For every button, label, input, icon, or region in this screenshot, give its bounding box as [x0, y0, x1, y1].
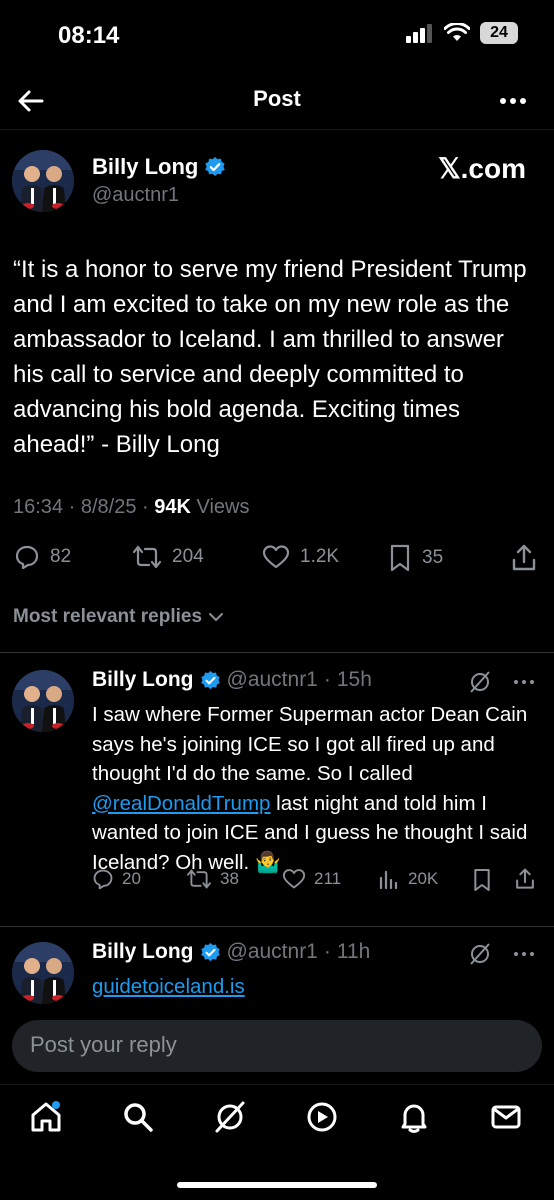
reply-button[interactable]: 20 — [92, 868, 141, 890]
notifications-icon — [401, 1104, 427, 1133]
reply-header: Billy Long @auctnr1 · 11h — [92, 940, 370, 964]
reply-author-name[interactable]: Billy Long — [92, 668, 194, 692]
post-metadata: 16:34 · 8/8/25 · 94K Views — [13, 496, 250, 518]
repost-count: 38 — [220, 869, 239, 888]
battery-indicator: 24 — [480, 22, 518, 44]
reply-actions: 20 38 211 20K — [0, 868, 554, 898]
verified-badge-icon — [205, 157, 226, 176]
video-icon — [307, 1102, 337, 1132]
heart-icon — [282, 869, 306, 889]
reply-body: guidetoiceland.is — [92, 972, 542, 1002]
reply-handle[interactable]: @auctnr1 — [227, 940, 318, 964]
nav-messages[interactable] — [486, 1097, 526, 1137]
author-avatar[interactable] — [12, 150, 74, 212]
reply-icon — [93, 869, 113, 890]
analytics-icon — [379, 870, 398, 890]
author-handle[interactable]: @auctnr1 — [92, 184, 179, 207]
bookmark-icon — [474, 869, 490, 891]
share-button[interactable] — [510, 544, 538, 572]
reply-text-part: I saw where Former Superman actor Dean C… — [92, 703, 528, 785]
reply-header: Billy Long @auctnr1 · 15h — [92, 668, 372, 692]
grok-icon[interactable] — [468, 670, 492, 694]
reply-header-icons — [468, 942, 536, 966]
views-count: 20K — [408, 869, 439, 888]
replies-sort-dropdown[interactable]: Most relevant replies — [13, 606, 224, 628]
post-time[interactable]: 16:34 — [13, 496, 63, 518]
home-indicator — [177, 1182, 377, 1188]
messages-icon — [491, 1105, 521, 1129]
post-date[interactable]: 8/8/25 — [81, 496, 137, 518]
status-time: 08:14 — [58, 22, 120, 49]
search-icon — [124, 1103, 153, 1132]
status-bar: 08:14 24 — [0, 0, 554, 72]
bookmark-button[interactable] — [472, 868, 492, 892]
separator-dot: · — [323, 668, 331, 691]
reply-body: I saw where Former Superman actor Dean C… — [92, 700, 542, 877]
verified-badge-icon — [200, 942, 220, 961]
page-title: Post — [253, 86, 301, 111]
reply-age: 11h — [336, 940, 371, 963]
reply-avatar[interactable] — [12, 942, 74, 1004]
separator-dot: · — [323, 940, 331, 963]
grok-icon — [215, 1101, 245, 1133]
nav-notifications[interactable] — [394, 1097, 434, 1137]
repost-count: 204 — [172, 546, 204, 567]
repost-button[interactable]: 38 — [186, 868, 239, 890]
repost-icon — [187, 869, 211, 889]
heart-icon — [262, 545, 290, 569]
reply-author-name[interactable]: Billy Long — [92, 940, 194, 964]
nav-grok[interactable] — [210, 1097, 250, 1137]
reply-handle[interactable]: @auctnr1 — [227, 668, 318, 692]
post-body: “It is a honor to serve my friend Presid… — [13, 256, 527, 458]
share-icon — [512, 544, 536, 571]
divider — [0, 652, 554, 653]
like-count: 211 — [314, 869, 342, 888]
bookmark-count: 35 — [422, 547, 444, 568]
wifi-icon — [444, 23, 470, 41]
home-icon — [31, 1101, 61, 1132]
reply-button[interactable]: 82 — [14, 544, 71, 570]
nav-video[interactable] — [302, 1097, 342, 1137]
views-count: 94K — [154, 496, 191, 518]
bookmark-icon — [390, 544, 410, 572]
verified-badge-icon — [200, 670, 220, 689]
more-options-icon[interactable] — [496, 84, 530, 118]
reply-input-placeholder[interactable]: Post your reply — [30, 1032, 177, 1058]
bookmark-button[interactable]: 35 — [388, 544, 443, 572]
nav-search[interactable] — [118, 1097, 158, 1137]
reply-composer[interactable]: Post your reply — [12, 1020, 542, 1072]
mention-link[interactable]: @realDonaldTrump — [92, 792, 270, 815]
reply-avatar[interactable] — [12, 670, 74, 732]
repost-button[interactable]: 204 — [132, 544, 204, 570]
reply-age: 15h — [336, 668, 372, 691]
status-indicators: 24 — [406, 22, 518, 44]
more-options-icon[interactable] — [512, 942, 536, 966]
share-icon — [516, 868, 534, 889]
like-button[interactable]: 211 — [282, 868, 341, 890]
like-count: 1.2K — [300, 546, 340, 567]
signal-icon — [406, 24, 432, 43]
xcom-watermark: 𝕏.com — [438, 153, 526, 184]
reply-item[interactable]: Billy Long @auctnr1 · 11h guidetoiceland… — [0, 926, 554, 1020]
sort-label: Most relevant replies — [13, 606, 203, 627]
like-button[interactable]: 1.2K — [262, 544, 339, 570]
share-button[interactable] — [514, 868, 536, 890]
top-bar: Post — [0, 72, 554, 130]
external-link[interactable]: guidetoiceland.is — [92, 975, 245, 998]
views-label: Views — [196, 496, 250, 518]
author-name-text[interactable]: Billy Long — [92, 154, 198, 180]
reply-count: 20 — [122, 869, 141, 888]
reply-icon — [15, 545, 39, 570]
reply-count: 82 — [50, 546, 72, 567]
views-button[interactable]: 20K — [378, 868, 438, 890]
more-options-icon[interactable] — [512, 670, 536, 694]
reply-header-icons — [468, 670, 536, 694]
repost-icon — [132, 545, 162, 569]
reply-item[interactable]: Billy Long @auctnr1 · 15h I saw where Fo… — [0, 654, 554, 926]
post-actions: 82 204 1.2K 35 — [0, 540, 554, 580]
nav-home[interactable] — [26, 1097, 66, 1137]
chevron-down-icon — [209, 613, 224, 622]
grok-icon[interactable] — [468, 942, 492, 966]
author-name[interactable]: Billy Long — [92, 154, 226, 180]
